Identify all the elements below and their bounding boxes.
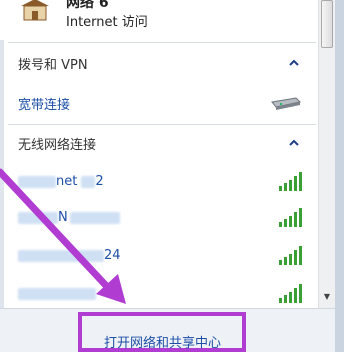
section-header-wireless[interactable]: 无线网络连接 — [18, 134, 96, 153]
wifi-network-name: net 2 — [18, 174, 104, 189]
wifi-network-item[interactable] — [8, 278, 316, 312]
scroll-down-arrow-icon[interactable]: ▼ — [321, 290, 333, 304]
current-connection-status: Internet 访问 — [66, 15, 148, 30]
list-item-broadband[interactable]: 宽带连接 — [8, 86, 316, 120]
wifi-network-item[interactable]: 24 — [8, 240, 316, 274]
section-header-dialup-vpn[interactable]: 拨号和 VPN — [18, 54, 88, 73]
wifi-network-name: N — [18, 210, 120, 225]
list-item-label: 宽带连接 — [18, 98, 71, 113]
window-frame — [335, 0, 344, 352]
broadband-modem-icon — [271, 97, 302, 110]
wifi-network-name — [18, 286, 96, 301]
wifi-network-name: 24 — [18, 248, 121, 263]
open-network-sharing-center-link[interactable]: 打开网络和共享中心 — [104, 332, 221, 351]
divider — [8, 42, 316, 43]
network-home-icon — [21, 0, 49, 21]
wifi-signal-full-icon — [279, 172, 302, 191]
divider — [8, 124, 316, 125]
scrollbar[interactable]: ▼ — [318, 0, 335, 308]
scrollbar-thumb[interactable] — [321, 0, 333, 48]
wifi-network-item[interactable]: net 2 — [8, 166, 316, 200]
wifi-signal-full-icon — [279, 284, 302, 303]
wifi-signal-full-icon — [279, 208, 302, 227]
chevron-up-icon[interactable] — [288, 138, 300, 148]
network-flyout: 网络 6 Internet 访问 拨号和 VPN 宽带连接 无线网络连接 net… — [0, 0, 344, 352]
panel-left-edge — [0, 0, 4, 352]
wifi-network-item[interactable]: N — [8, 202, 316, 236]
current-connection: 网络 6 Internet 访问 — [0, 0, 318, 40]
chevron-up-icon[interactable] — [288, 58, 300, 68]
wifi-signal-full-icon — [279, 246, 302, 265]
